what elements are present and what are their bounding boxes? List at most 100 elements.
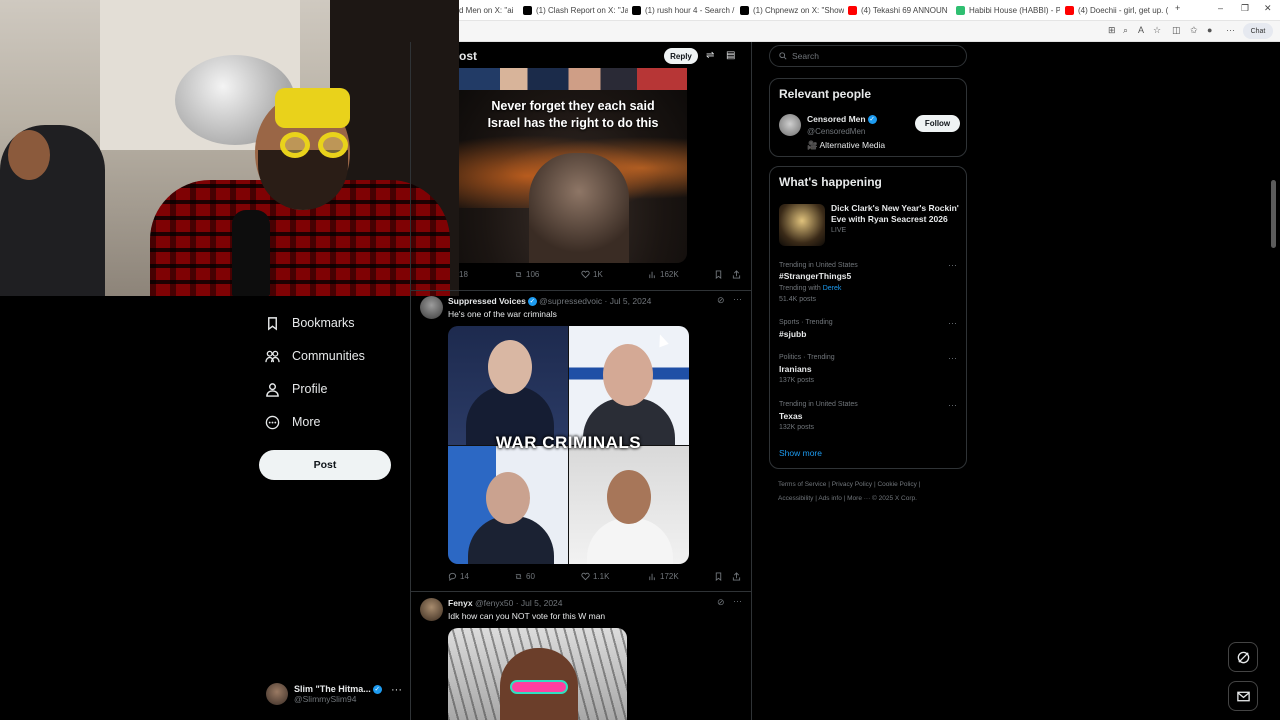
heart-icon <box>581 270 590 279</box>
share-icon[interactable] <box>732 572 741 581</box>
grok-button[interactable] <box>1228 642 1258 672</box>
event-title[interactable]: Dick Clark's New Year's Rockin' Eve with… <box>831 203 963 225</box>
whats-happening-card: What's happening Dick Clark's New Year's… <box>769 166 967 469</box>
tweet-image[interactable]: Never forget they each said Israel has t… <box>459 68 687 263</box>
views-action[interactable]: 162K <box>648 270 679 279</box>
more-options-icon[interactable]: ··· <box>733 294 742 304</box>
tweet-author-name[interactable]: Suppressed Voices <box>448 296 526 306</box>
more-options-icon[interactable]: ··· <box>733 596 742 606</box>
trend-posts: 51.4K posts <box>779 296 816 303</box>
avatar[interactable] <box>779 114 801 136</box>
grok-icon[interactable]: ⊘ <box>717 295 725 306</box>
favorite-star-icon[interactable]: ☆ <box>1153 25 1161 36</box>
tweet-header: Suppressed Voices ✓ @supressedvoic · Jul … <box>448 296 652 307</box>
bookmark-action-icon[interactable] <box>714 572 723 581</box>
trend-category: Trending in United States <box>779 401 858 408</box>
nav-item-communities[interactable]: Communities <box>265 344 365 368</box>
more-options-icon[interactable]: ··· <box>391 684 402 696</box>
menu-dots-icon[interactable]: ··· <box>1226 25 1235 35</box>
account-handle: @SlimmySlim94 <box>294 694 357 705</box>
tweet-image[interactable] <box>448 628 627 720</box>
browser-tab[interactable]: (4) Doechii - girl, get up. (Fe✕ <box>1065 3 1168 18</box>
heart-icon <box>581 572 590 581</box>
reply-action[interactable]: 14 <box>448 572 469 581</box>
zoom-icon[interactable]: ⌕ <box>1123 25 1128 36</box>
split-screen-icon[interactable]: ◫ <box>1172 25 1181 36</box>
read-aloud-icon[interactable]: A <box>1138 25 1144 35</box>
minimize-icon[interactable]: – <box>1218 3 1223 13</box>
tweet-author-handle[interactable]: @fenyx50 <box>475 598 513 608</box>
webcam-overlay <box>0 0 459 296</box>
more-options-icon[interactable]: ··· <box>948 318 957 328</box>
person-name[interactable]: Censored Men <box>807 114 866 124</box>
new-tab-icon[interactable]: + <box>1175 3 1180 13</box>
tweet-date[interactable]: · Jul 5, 2024 <box>516 598 563 608</box>
post-button[interactable]: Post <box>259 450 391 480</box>
avatar[interactable] <box>420 598 443 621</box>
avatar <box>266 683 288 705</box>
apps-icon[interactable]: ⊞ <box>1108 25 1116 36</box>
filter-icon[interactable]: ⇌ <box>706 50 714 61</box>
footer-links[interactable]: Terms of Service | Privacy Policy | Cook… <box>778 481 920 488</box>
avatar[interactable] <box>420 296 443 319</box>
trend-category: Sports · Trending <box>779 319 833 326</box>
image-panel <box>448 446 568 564</box>
nav-label: More <box>292 415 321 429</box>
views-action[interactable]: 172K <box>648 572 679 581</box>
tweet-date[interactable]: · Jul 5, 2024 <box>605 296 652 306</box>
bookmark-action-icon[interactable] <box>714 270 723 279</box>
copilot-chat-button[interactable]: Chat <box>1243 23 1273 39</box>
favorites-icon[interactable]: ✩ <box>1190 25 1198 36</box>
image-panel <box>448 326 568 445</box>
share-icon[interactable] <box>732 270 741 279</box>
page-scrollbar[interactable] <box>1271 180 1276 248</box>
more-options-icon[interactable]: ··· <box>948 400 957 410</box>
tweet-text: He's one of the war criminals <box>448 309 557 319</box>
retweet-icon <box>515 574 522 579</box>
webcam-glasses-right <box>318 132 348 158</box>
trend-related-link[interactable]: Derek <box>823 285 842 292</box>
verified-badge-icon: ✓ <box>527 297 537 307</box>
browser-tab[interactable]: d Men on X: "ai✕ <box>459 3 519 18</box>
like-action[interactable]: 1K <box>581 270 603 279</box>
browser-tab[interactable]: (1) rush hour 4 - Search / X✕ <box>632 3 735 18</box>
trend-name: Iranians <box>779 364 812 374</box>
restore-icon[interactable]: ❐ <box>1241 3 1249 14</box>
event-image[interactable] <box>779 204 825 246</box>
account-switcher[interactable]: Slim "The Hitma... ✓ @SlimmySlim94 ··· <box>266 680 404 708</box>
relevant-people-card: Relevant people Censored Men ✓ @CensoredM… <box>769 78 967 157</box>
follow-button[interactable]: Follow <box>915 115 960 132</box>
tweet-actions: 14 60 1.1K 172K <box>448 572 744 584</box>
browser-tab[interactable]: (1) Clash Report on X: "Jacki✕ <box>523 3 628 18</box>
messages-button[interactable] <box>1228 681 1258 711</box>
browser-tab[interactable]: (4) Tekashi 69 ANNOUNCED✕ <box>848 3 948 18</box>
youtube-icon <box>848 6 857 15</box>
nav-item-profile[interactable]: Profile <box>265 377 327 401</box>
tweet-author-name[interactable]: Fenyx <box>448 598 473 608</box>
search-input[interactable]: Search <box>769 45 967 67</box>
search-icon <box>779 52 787 60</box>
reply-button[interactable]: Reply <box>664 48 698 64</box>
verified-badge-icon: ✓ <box>867 115 877 125</box>
browser-tab[interactable]: Habibi House (HABBI) - Pum✕ <box>956 3 1060 18</box>
profile-avatar-icon[interactable]: ● <box>1207 25 1212 35</box>
card-title: What's happening <box>779 175 882 189</box>
close-window-icon[interactable]: ✕ <box>1264 3 1272 14</box>
like-action[interactable]: 1.1K <box>581 572 609 581</box>
browser-tab[interactable]: (1) Chpnewz on X: "ShowSp✕ <box>740 3 844 18</box>
tweet-author-handle[interactable]: @supressedvoic <box>539 296 602 306</box>
more-options-icon[interactable]: ··· <box>948 353 957 363</box>
grok-icon[interactable]: ⊘ <box>717 597 725 608</box>
footer-links[interactable]: Accessibility | Ads info | More ··· © 20… <box>778 495 917 502</box>
reader-view-icon[interactable]: ▤ <box>726 50 735 61</box>
show-more-link[interactable]: Show more <box>779 448 822 458</box>
retweet-action[interactable]: 60 <box>514 572 535 581</box>
reply-action[interactable]: 18 <box>459 270 468 279</box>
tweet-image[interactable]: WAR CRIMINALS <box>448 326 689 564</box>
more-options-icon[interactable]: ··· <box>948 260 957 270</box>
retweet-action[interactable]: 106 <box>514 270 539 279</box>
nav-item-bookmarks[interactable]: Bookmarks <box>265 311 355 335</box>
tweet-divider <box>411 290 751 291</box>
nav-item-more[interactable]: More <box>265 410 320 434</box>
trend-category: Politics · Trending <box>779 354 835 361</box>
